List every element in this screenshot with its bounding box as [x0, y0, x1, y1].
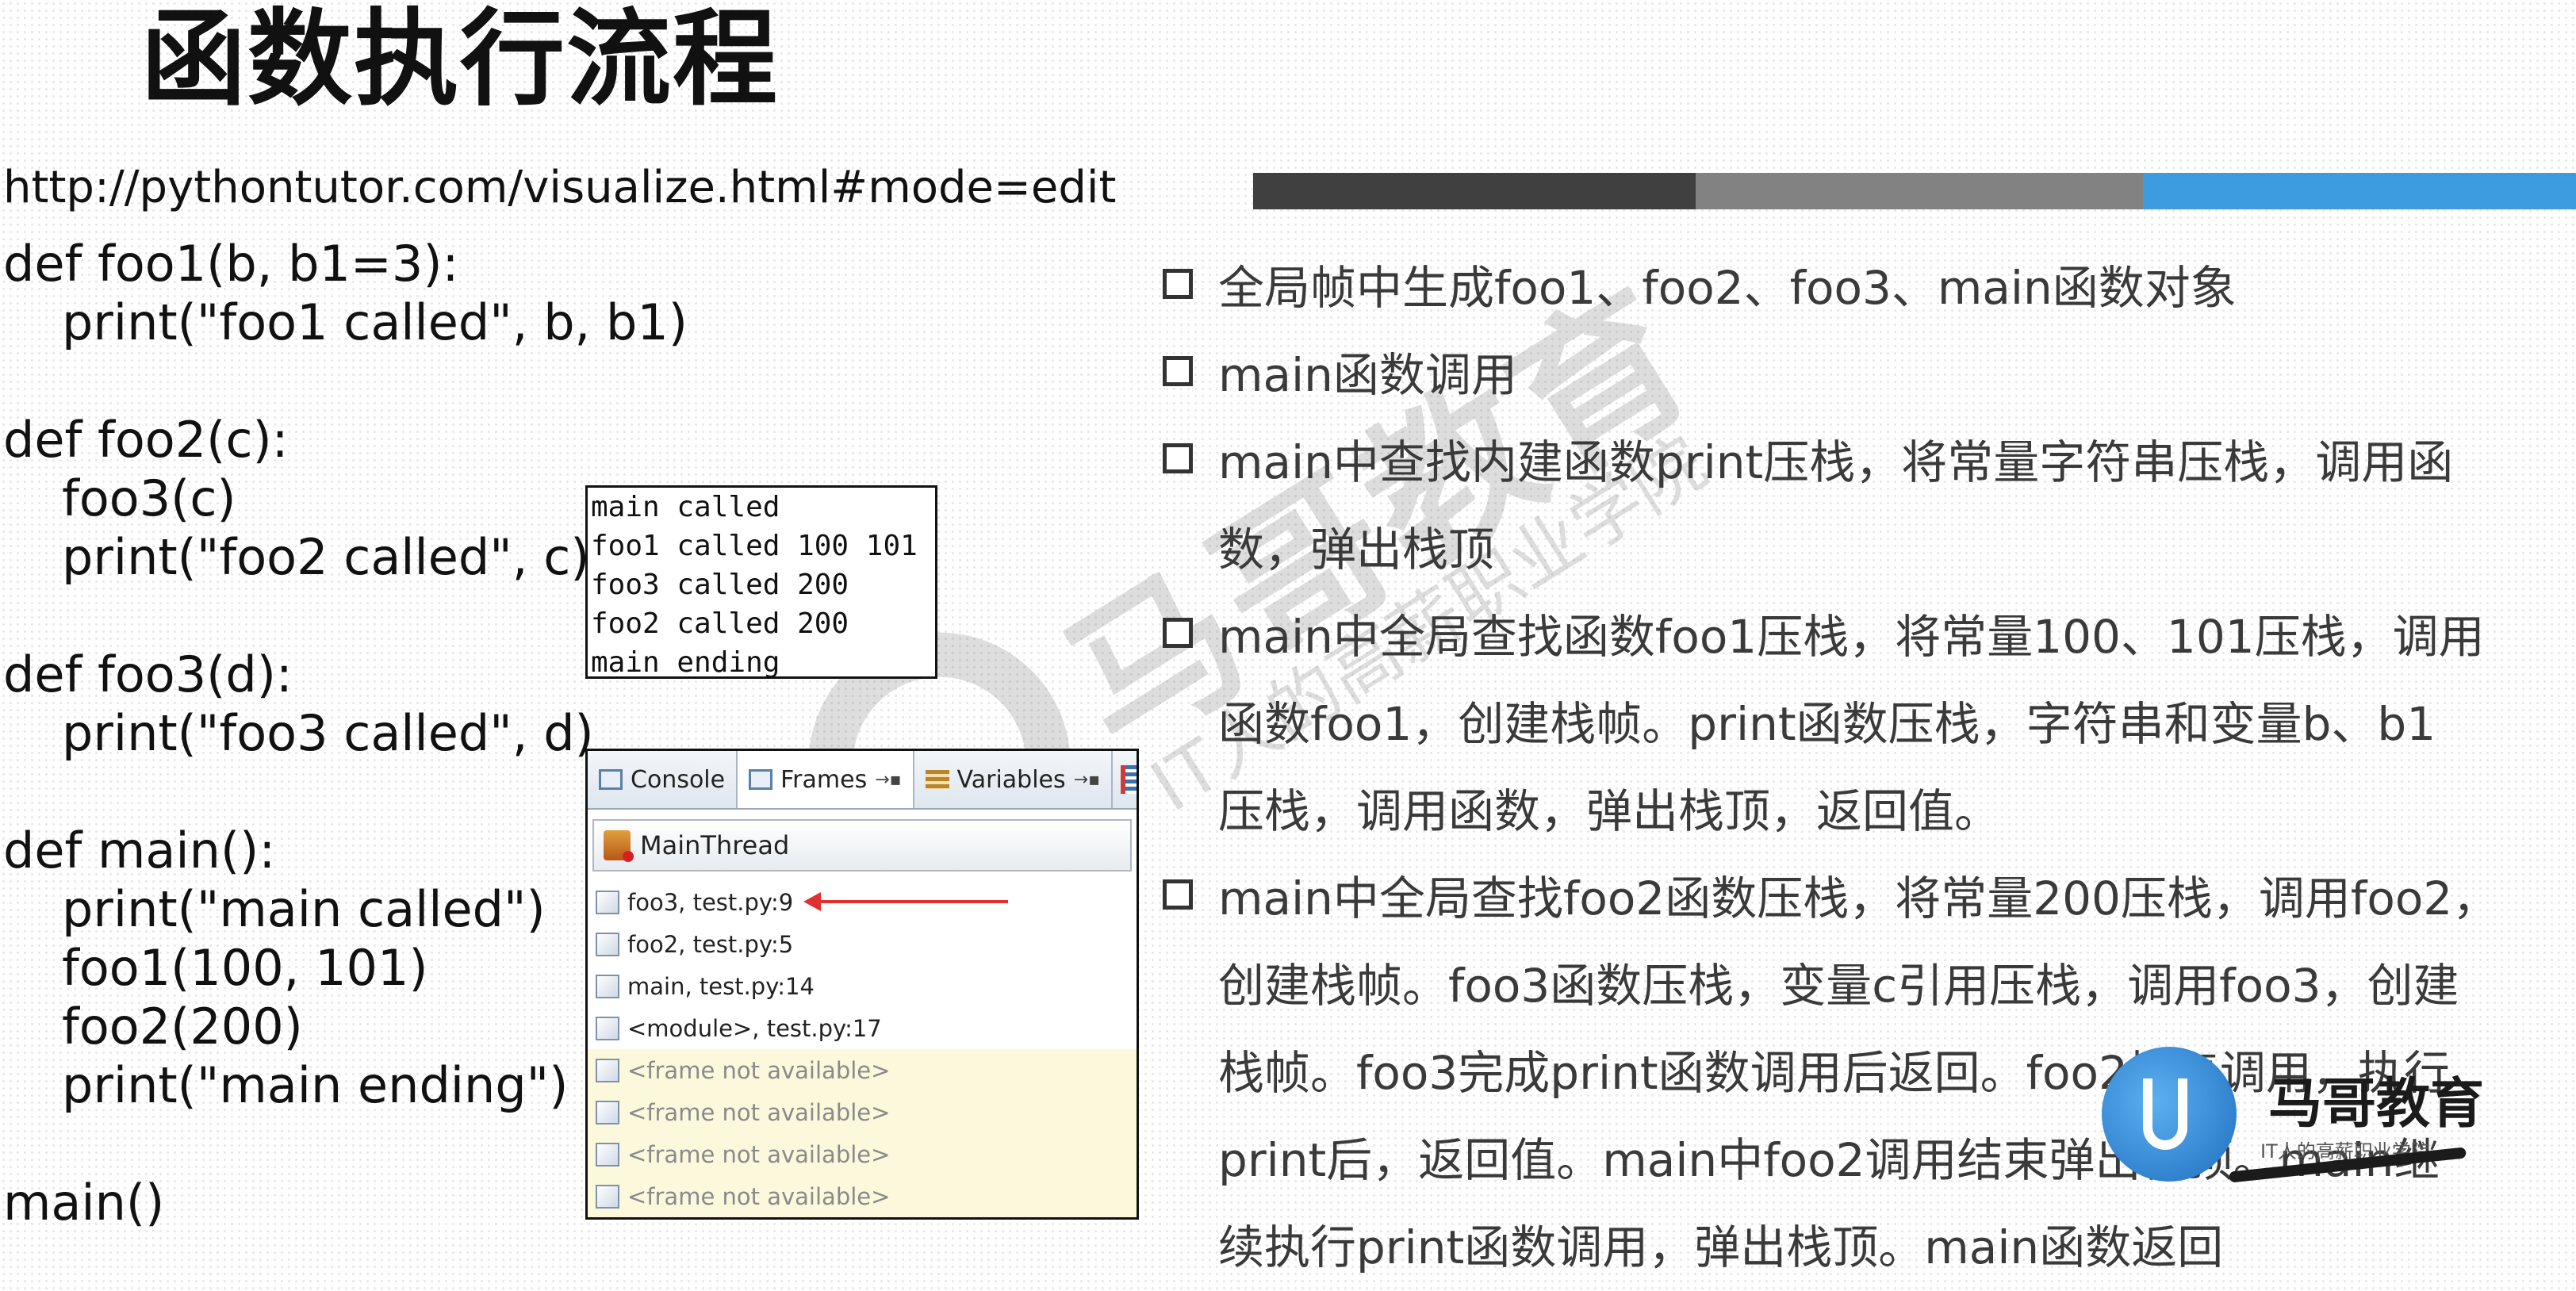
bullet-item: main函数调用	[1158, 331, 2562, 419]
pin-icon[interactable]: →▪	[1074, 770, 1100, 790]
frame-label: <frame not available>	[627, 1140, 891, 1168]
code-line: def foo1(b, b1=3):	[3, 235, 459, 293]
tab-console[interactable]: Console	[588, 751, 738, 808]
frame-icon	[596, 1100, 619, 1124]
frame-label: <frame not available>	[627, 1056, 891, 1084]
code-line: def foo2(c):	[3, 411, 289, 469]
bullet-text: main中全局查找函数foo1压栈，将常量100、101压栈，调用 函数foo1…	[1218, 610, 2485, 838]
checkbox-bullet-icon	[1163, 618, 1193, 648]
frame-row-unavailable[interactable]: <frame not available>	[588, 1175, 1137, 1217]
tab-label: Variables	[956, 765, 1066, 794]
frame-row[interactable]: foo2, test.py:5	[588, 923, 1137, 965]
console-icon	[599, 769, 623, 790]
console-line: main ending	[591, 646, 780, 679]
thread-label: MainThread	[640, 830, 790, 860]
frame-icon	[596, 932, 619, 956]
bullet-text: 全局帧中生成foo1、foo2、foo3、main函数对象	[1218, 261, 2237, 315]
bullet-item: main中全局查找函数foo1压栈，将常量100、101压栈，调用 函数foo1…	[1158, 593, 2562, 855]
console-line: foo1 called 100 101	[591, 530, 918, 562]
frame-label: foo3, test.py:9	[627, 888, 794, 916]
debugger-panel: Console Frames →▪ Variables →▪ MainThrea…	[585, 749, 1139, 1220]
frame-label: foo2, test.py:5	[627, 930, 794, 958]
tab-variables[interactable]: Variables →▪	[914, 751, 1113, 808]
frames-list: foo3, test.py:9 foo2, test.py:5 main, te…	[588, 881, 1137, 1217]
slide-title: 函数执行流程	[141, 0, 779, 121]
console-line: foo3 called 200	[591, 569, 849, 601]
red-arrow-icon	[803, 892, 1008, 911]
logo-name: 马哥教育	[2268, 1073, 2485, 1136]
frame-label: <frame not available>	[627, 1182, 891, 1210]
frame-row[interactable]: <module>, test.py:17	[588, 1007, 1137, 1049]
checkbox-bullet-icon	[1163, 269, 1193, 299]
more-tabs-button[interactable]	[1113, 751, 1137, 808]
bullet-text: main函数调用	[1218, 348, 1517, 402]
console-line: main called	[591, 491, 780, 523]
frame-icon	[596, 890, 619, 914]
checkbox-bullet-icon	[1163, 356, 1193, 386]
bullet-item: 全局帧中生成foo1、foo2、foo3、main函数对象	[1158, 244, 2562, 331]
frame-label: <module>, test.py:17	[627, 1014, 882, 1042]
thread-icon	[604, 830, 634, 862]
logo-icon	[2102, 1047, 2237, 1182]
debugger-tabbar: Console Frames →▪ Variables →▪	[588, 751, 1137, 810]
frame-icon	[596, 1058, 619, 1082]
checkbox-bullet-icon	[1163, 879, 1193, 910]
thread-selector[interactable]: MainThread	[592, 819, 1132, 872]
url-text: http://pythontutor.com/visualize.html#mo…	[3, 162, 1117, 213]
frame-row-unavailable[interactable]: <frame not available>	[588, 1133, 1137, 1175]
code-line: print("foo1 called", b, b1)	[62, 293, 688, 351]
frame-icon	[596, 1142, 619, 1166]
checkbox-bullet-icon	[1163, 443, 1193, 473]
frame-row-unavailable[interactable]: <frame not available>	[588, 1049, 1137, 1091]
list-icon	[1121, 765, 1137, 794]
bullet-text: main中查找内建函数print压栈，将常量字符串压栈，调用函 数，弹出栈顶	[1218, 435, 2454, 577]
variables-icon	[925, 770, 949, 789]
frame-icon	[596, 974, 619, 998]
decor-stripe-gray	[1696, 173, 2143, 209]
frame-label: <frame not available>	[627, 1098, 891, 1126]
frame-row-unavailable[interactable]: <frame not available>	[588, 1091, 1137, 1133]
brand-logo: 马哥教育 IT人的高薪职业学院	[2102, 1039, 2514, 1237]
tab-label: Console	[631, 765, 726, 794]
decor-stripe-dark	[1253, 173, 1696, 209]
console-output-panel: main called foo1 called 100 101 foo3 cal…	[585, 485, 937, 679]
tab-frames[interactable]: Frames →▪	[738, 751, 914, 808]
bullet-item: main中查找内建函数print压栈，将常量字符串压栈，调用函 数，弹出栈顶	[1158, 419, 2562, 593]
decor-stripe-blue	[2143, 173, 2576, 209]
frame-row[interactable]: foo3, test.py:9	[588, 881, 1137, 923]
tab-label: Frames	[780, 765, 868, 794]
frame-icon	[596, 1016, 619, 1040]
frame-icon	[596, 1184, 619, 1209]
console-line: foo2 called 200	[591, 607, 849, 640]
pin-icon[interactable]: →▪	[875, 770, 901, 790]
frame-label: main, test.py:14	[627, 972, 815, 1000]
frames-icon	[749, 769, 773, 790]
frame-row[interactable]: main, test.py:14	[588, 965, 1137, 1007]
